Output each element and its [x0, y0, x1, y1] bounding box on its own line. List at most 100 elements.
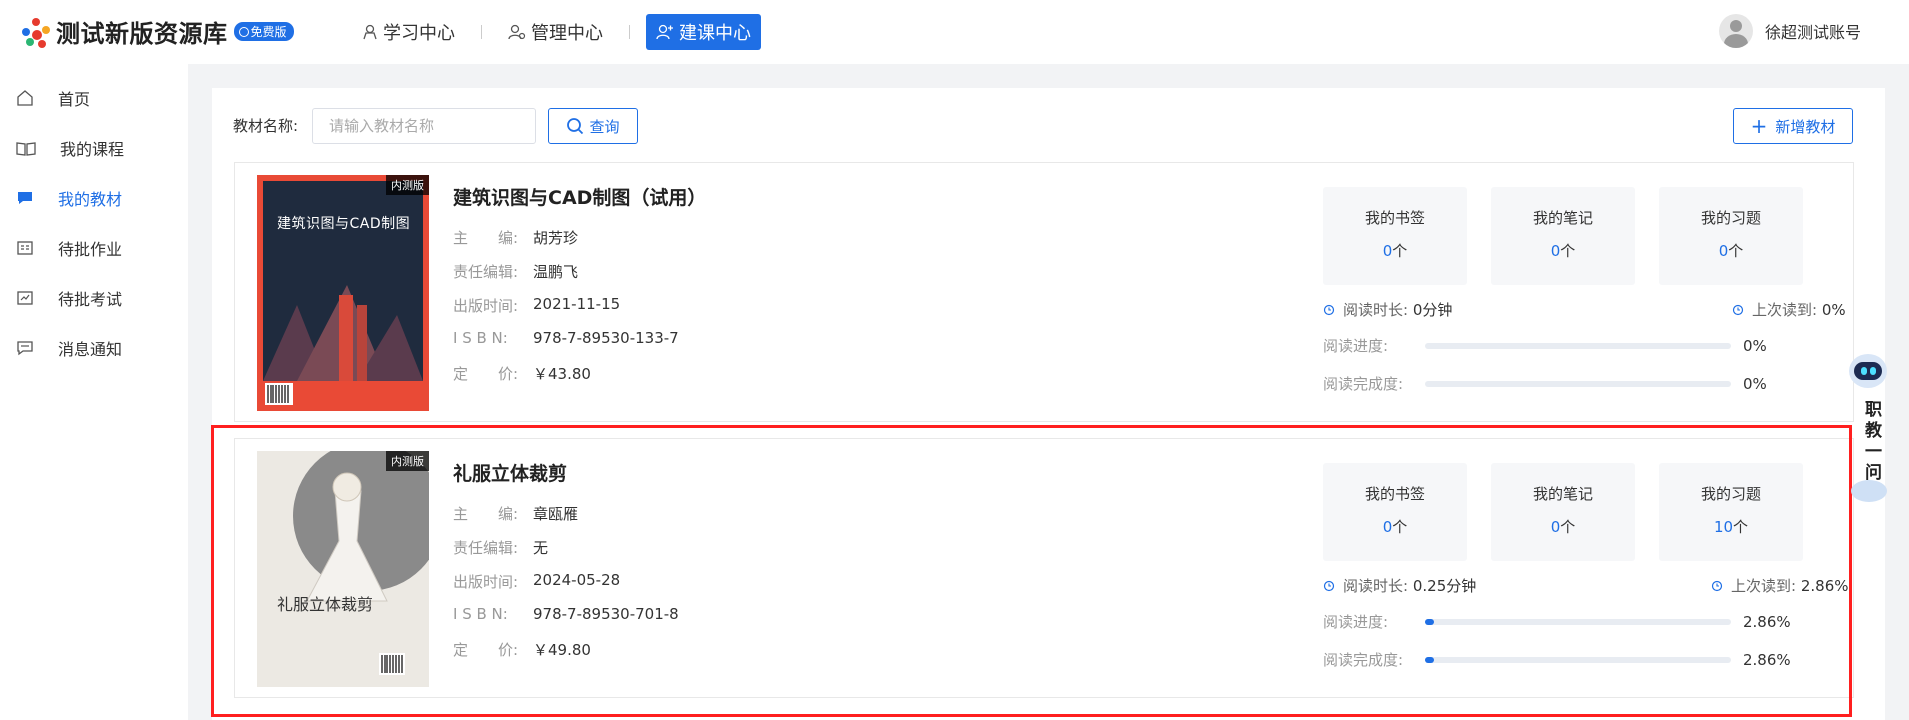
- badge-icon: [238, 26, 249, 37]
- sidebar-item-notifications[interactable]: 消息通知: [0, 326, 188, 370]
- cover-art-mountains: [263, 285, 423, 405]
- top-header: 测试新版资源库 免费版 学习中心 管理中心 建课中心 徐超测试账号: [0, 0, 1909, 64]
- sidebar-item-pending-exams[interactable]: 待批考试: [0, 276, 188, 320]
- meta-value: 978-7-89530-701-8: [533, 605, 679, 623]
- last-read: 上次读到: 0%: [1732, 299, 1846, 320]
- textbook-title[interactable]: 建筑识图与CAD制图（试用）: [453, 183, 706, 210]
- stat-bookmarks[interactable]: 我的书签 0个: [1323, 187, 1467, 285]
- meta-value: ￥49.80: [533, 641, 591, 659]
- textbook-cover[interactable]: 建筑识图与CAD制图 内测版: [257, 175, 429, 411]
- meta-publish-date: 出版时间: 2021-11-15: [453, 295, 620, 316]
- query-button-label: 查询: [589, 117, 620, 136]
- manage-icon: [508, 24, 526, 40]
- stat-unit: 个: [1392, 518, 1408, 536]
- sidebar-item-my-courses[interactable]: 我的课程: [0, 126, 188, 170]
- avatar: [1718, 14, 1753, 48]
- stat-notes[interactable]: 我的笔记 0个: [1491, 187, 1635, 285]
- meta-key: 出版时间:: [453, 297, 519, 315]
- sidebar-item-my-textbooks[interactable]: 我的教材: [0, 176, 188, 220]
- nav-divider: [481, 25, 482, 39]
- search-label: 教材名称:: [233, 117, 299, 135]
- nav-build-course-label: 建课中心: [679, 23, 751, 44]
- textbook-card[interactable]: 礼服立体裁剪 内测版 礼服立体裁剪 主 编: 章瓯雁 责任编辑: 无 出版时间: 20…: [234, 438, 1854, 698]
- stat-title: 我的笔记: [1532, 485, 1593, 503]
- progress-fill: [1425, 618, 1434, 625]
- progress-bar: [1425, 380, 1731, 387]
- reading-completion-value: 2.86%: [1743, 650, 1791, 669]
- textbook-card[interactable]: 建筑识图与CAD制图 内测版 建筑识图与CAD制图（试用） 主 编: 胡芳珍 责任…: [234, 162, 1854, 422]
- sidebar-item-label: 我的课程: [60, 140, 125, 159]
- nav-build-course-center[interactable]: 建课中心: [646, 14, 761, 50]
- reading-progress-label: 阅读进度:: [1323, 613, 1389, 631]
- meta-value: 章瓯雁: [533, 505, 579, 523]
- stat-title: 我的习题: [1700, 485, 1761, 503]
- stat-count: 0: [1382, 242, 1393, 260]
- stat-title: 我的书签: [1364, 209, 1425, 227]
- textbook-title[interactable]: 礼服立体裁剪: [453, 459, 567, 486]
- stat-exercises[interactable]: 我的习题 0个: [1659, 187, 1803, 285]
- nav-divider: [629, 25, 630, 39]
- sidebar-item-label: 待批作业: [58, 240, 123, 259]
- cover-tag: 内测版: [386, 451, 429, 471]
- last-read-label: 上次读到:: [1731, 577, 1797, 595]
- reading-duration-value: 0.25分钟: [1412, 577, 1477, 595]
- add-textbook-label: 新增教材: [1775, 117, 1836, 136]
- meta-key: 主 编:: [453, 229, 519, 247]
- add-textbook-button[interactable]: + 新增教材: [1733, 108, 1853, 144]
- user-menu[interactable]: 徐超测试账号: [1718, 14, 1861, 48]
- meta-value: 2021-11-15: [533, 295, 621, 313]
- meta-value: 978-7-89530-133-7: [533, 329, 679, 347]
- search-input[interactable]: [312, 108, 536, 144]
- meta-key: I S B N:: [453, 329, 508, 347]
- stat-exercises[interactable]: 我的习题 10个: [1659, 463, 1803, 561]
- last-read-label: 上次读到:: [1752, 301, 1818, 319]
- textbook-cover[interactable]: 礼服立体裁剪 内测版: [257, 451, 429, 687]
- reading-progress-value: 2.86%: [1743, 612, 1791, 631]
- progress-bar: [1425, 342, 1731, 349]
- reading-completion-label: 阅读完成度:: [1323, 375, 1404, 393]
- stat-unit: 个: [1733, 518, 1749, 536]
- cover-title: 礼服立体裁剪: [277, 595, 374, 614]
- build-course-icon: [656, 24, 673, 40]
- stat-bookmarks[interactable]: 我的书签 0个: [1323, 463, 1467, 561]
- app-logo[interactable]: 测试新版资源库 免费版: [20, 14, 294, 49]
- ai-assistant-widget[interactable]: 职教一问: [1849, 340, 1891, 510]
- reading-progress: 阅读进度: 2.86%: [1323, 611, 1823, 632]
- clock-icon: [1323, 304, 1335, 315]
- reading-duration: 阅读时长: 0分钟: [1323, 299, 1452, 320]
- plus-icon: +: [1750, 114, 1768, 138]
- sidebar-item-home[interactable]: 首页: [0, 76, 188, 120]
- meta-price: 定 价: ￥43.80: [453, 363, 591, 384]
- stat-count: 0: [1550, 242, 1561, 260]
- nav-manage-label: 管理中心: [531, 23, 603, 44]
- nav-study-center[interactable]: 学习中心: [352, 14, 465, 50]
- reading-progress: 阅读进度: 0%: [1323, 335, 1823, 356]
- stat-notes[interactable]: 我的笔记 0个: [1491, 463, 1635, 561]
- query-button[interactable]: 查询: [548, 108, 638, 144]
- sidebar-item-label: 我的教材: [58, 190, 123, 209]
- stat-count: 0: [1718, 242, 1729, 260]
- sidebar-item-pending-homework[interactable]: 待批作业: [0, 226, 188, 270]
- homework-icon: [17, 241, 33, 255]
- meta-editor: 主 编: 章瓯雁: [453, 503, 578, 524]
- reading-progress-value: 0%: [1743, 336, 1767, 355]
- cover-art-dress: [306, 472, 405, 675]
- last-read-value: 0%: [1821, 300, 1846, 319]
- reading-duration-label: 阅读时长:: [1343, 577, 1409, 595]
- meta-isbn: I S B N: 978-7-89530-133-7: [453, 329, 679, 347]
- stat-unit: 个: [1728, 242, 1744, 260]
- robot-icon: [1849, 354, 1887, 388]
- meta-responsible-editor: 责任编辑: 无: [453, 537, 548, 558]
- sidebar: 首页 我的课程 我的教材 待批作业 待批考试 消息通知: [0, 64, 188, 720]
- assistant-label: 职教一问: [1861, 400, 1881, 484]
- meta-responsible-editor: 责任编辑: 温鹏飞: [453, 261, 578, 282]
- free-badge-label: 免费版: [250, 25, 287, 39]
- sidebar-item-label: 消息通知: [58, 340, 123, 359]
- meta-key: 出版时间:: [453, 573, 519, 591]
- stat-count: 10: [1713, 518, 1734, 536]
- stat-unit: 个: [1560, 242, 1576, 260]
- reading-progress-label: 阅读进度:: [1323, 337, 1389, 355]
- meta-isbn: I S B N: 978-7-89530-701-8: [453, 605, 679, 623]
- nav-manage-center[interactable]: 管理中心: [498, 14, 613, 50]
- search-icon: [567, 118, 584, 135]
